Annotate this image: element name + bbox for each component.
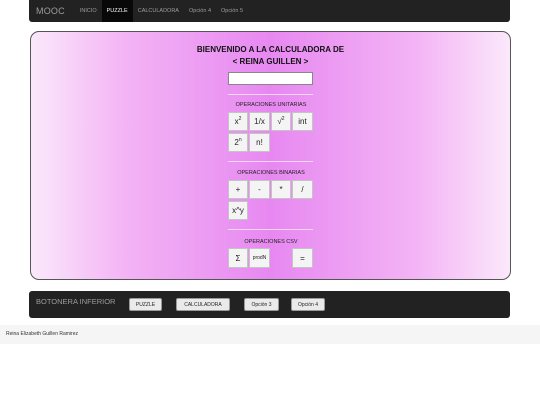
calculator-title-line2: < REINA GUILLEN > — [232, 57, 309, 66]
separator — [228, 161, 313, 162]
footer-opcion-3-button[interactable]: Opción 3 — [244, 298, 279, 311]
multiply-button[interactable]: * — [271, 180, 291, 199]
calculator-display-input[interactable] — [228, 72, 313, 85]
unary-section-label: OPERACIONES UNITARIAS — [235, 102, 307, 108]
sqrt-button[interactable]: √ 2 — [271, 112, 291, 131]
author-credit: Reina Elizabeth Guillen Ramirez — [6, 331, 78, 337]
square-exponent: 2 — [238, 115, 242, 122]
calculator-panel: BIENVENIDO A LA CALCULADORA DE < REINA G… — [30, 31, 511, 280]
integer-button[interactable]: int — [292, 112, 313, 131]
pow2-button[interactable]: 2n — [228, 133, 248, 152]
divide-button[interactable]: / — [292, 180, 313, 199]
factorial-button[interactable]: n! — [249, 133, 270, 152]
nav-item-inicio[interactable]: INICIO — [75, 0, 102, 22]
csv-section-label: OPERACIONES CSV — [244, 239, 298, 245]
footer-opcion-4-button[interactable]: Opción 4 — [291, 298, 325, 311]
equals-button[interactable]: = — [292, 248, 313, 268]
plus-button[interactable]: + — [228, 180, 248, 199]
sum-button[interactable]: Σ — [228, 248, 248, 268]
credit-bar: Reina Elizabeth Guillen Ramirez — [0, 325, 540, 344]
separator — [228, 229, 313, 230]
nav-item-puzzle[interactable]: PUZZLE — [101, 0, 133, 22]
prodn-button[interactable]: prodN — [249, 248, 270, 268]
footer-calculadora-button[interactable]: CALCULADORA — [176, 298, 230, 311]
minus-button[interactable]: - — [249, 180, 270, 199]
nav-brand[interactable]: MOOC — [29, 6, 75, 16]
binary-section-label: OPERACIONES BINARIAS — [237, 170, 305, 176]
footer-puzzle-button[interactable]: PUZZLE — [129, 298, 162, 311]
square-button[interactable]: x2 — [228, 112, 248, 131]
bottom-button-bar: BOTONERA INFERIOR PUZZLE CALCULADORA Opc… — [29, 291, 510, 318]
top-navbar: MOOC INICIO PUZZLE CALCULADORA Opción 4 … — [29, 0, 510, 22]
pow2-exponent: n — [238, 136, 242, 143]
reciprocal-button[interactable]: 1/x — [249, 112, 270, 131]
power-button[interactable]: x^y — [228, 201, 248, 220]
nav-item-opcion-5[interactable]: Opción 5 — [216, 0, 248, 22]
footer-title: BOTONERA INFERIOR — [36, 297, 116, 306]
separator — [228, 94, 313, 95]
nav-item-opcion-4[interactable]: Opción 4 — [184, 0, 216, 22]
nav-item-calculadora[interactable]: CALCULADORA — [133, 0, 184, 22]
sqrt-index: 2 — [281, 115, 285, 122]
calculator-title-line1: BIENVENIDO A LA CALCULADORA DE — [196, 45, 345, 54]
